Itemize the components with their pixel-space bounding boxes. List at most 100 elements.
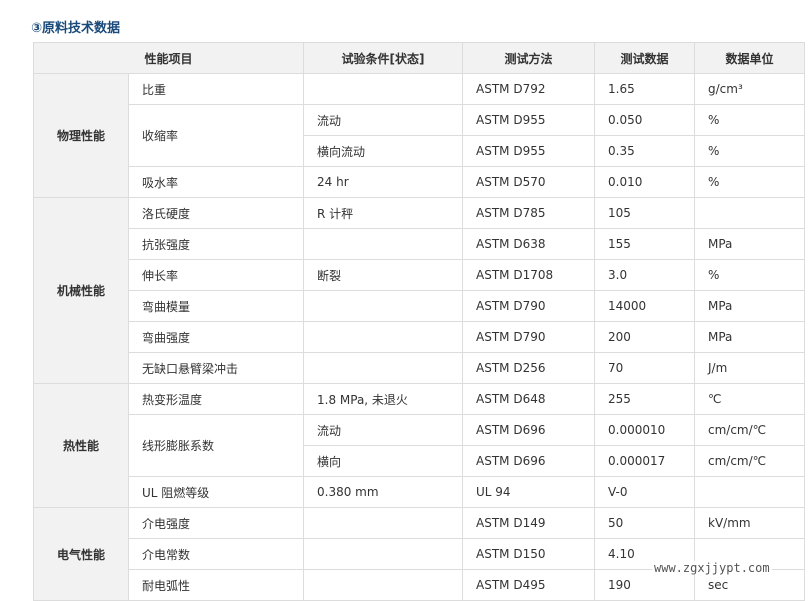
test-value: 0.35 [594,135,695,167]
test-unit: ℃ [694,383,805,415]
test-condition: 24 hr [303,166,463,198]
test-method: ASTM D570 [462,166,595,198]
test-method: ASTM D790 [462,321,595,353]
test-unit: % [694,259,805,291]
property-name: 抗张强度 [128,228,304,260]
test-method: ASTM D1708 [462,259,595,291]
test-value: 3.0 [594,259,695,291]
test-method: UL 94 [462,476,595,508]
test-unit: g/cm³ [694,73,805,105]
test-unit: kV/mm [694,507,805,539]
test-value: 0.010 [594,166,695,198]
property-name: 吸水率 [128,166,304,198]
property-name: 洛氏硬度 [128,197,304,229]
table-row: UL 阻燃等级 0.380 mm UL 94 V-0 [34,476,805,508]
property-name: 无缺口悬臂梁冲击 [128,352,304,384]
header-method: 测试方法 [462,42,595,74]
table-row: 线形膨胀系数 流动 ASTM D696 0.000010 cm/cm/℃ [34,414,805,477]
header-condition: 试验条件[状态] [303,42,463,74]
table-row: 机械性能 洛氏硬度 R 计秤 ASTM D785 105 [33,197,805,384]
spec-table: 性能项目 试验条件[状态] 测试方法 测试数据 数据单位 物理性能 比重 AST… [33,42,805,601]
section-title: ③原料技术数据 [31,21,121,36]
table-row: 无缺口悬臂梁冲击 ASTM D256 70 J/m [34,352,805,384]
test-value: 1.65 [594,73,695,105]
test-unit: % [694,166,805,198]
category-mechanical: 机械性能 [33,197,129,384]
test-unit [694,197,805,229]
test-value: 70 [594,352,695,384]
test-value: 105 [594,197,695,229]
test-condition: 0.380 mm [303,476,463,508]
property-name: 线形膨胀系数 [128,414,304,477]
table-row: 伸长率 断裂 ASTM D1708 3.0 % [34,259,805,291]
table-row: 抗张强度 ASTM D638 155 MPa [34,228,805,260]
test-method: ASTM D149 [462,507,595,539]
table-row: 热性能 热变形温度 1.8 MPa, 未退火 ASTM D648 255 ℃ [33,383,805,508]
test-method: ASTM D150 [462,538,595,570]
test-method: ASTM D955 [462,104,595,136]
test-value: V-0 [594,476,695,508]
test-value: 14000 [594,290,695,322]
property-name: UL 阻燃等级 [128,476,304,508]
test-method: ASTM D648 [462,383,595,415]
test-unit: MPa [694,321,805,353]
test-unit: cm/cm/℃ [694,445,805,477]
table-row: 弯曲模量 ASTM D790 14000 MPa [34,290,805,322]
test-condition: 横向 [303,445,463,477]
property-name: 弯曲强度 [128,321,304,353]
property-name: 弯曲模量 [128,290,304,322]
test-condition [303,228,463,260]
test-condition [303,73,463,105]
category-physical: 物理性能 [33,73,129,198]
watermark-text: www.zgxjjypt.com [652,561,772,575]
test-condition: 流动 [303,414,463,446]
test-unit: MPa [694,228,805,260]
test-condition [303,290,463,322]
test-condition [303,538,463,570]
test-method: ASTM D495 [462,569,595,601]
table-row: 吸水率 24 hr ASTM D570 0.010 % [34,166,805,198]
test-unit: MPa [694,290,805,322]
test-method: ASTM D955 [462,135,595,167]
property-name: 介电常数 [128,538,304,570]
test-value: 200 [594,321,695,353]
header-value: 测试数据 [594,42,695,74]
property-name: 热变形温度 [128,383,304,415]
table-row: 弯曲强度 ASTM D790 200 MPa [34,321,805,353]
test-value: 0.000017 [594,445,695,477]
test-method: ASTM D792 [462,73,595,105]
table-row: 电气性能 介电强度 ASTM D149 50 kV/mm [33,507,805,601]
test-value: 155 [594,228,695,260]
test-unit: cm/cm/℃ [694,414,805,446]
test-condition: 1.8 MPa, 未退火 [303,383,463,415]
test-condition: 断裂 [303,259,463,291]
test-condition: 流动 [303,104,463,136]
category-thermal: 热性能 [33,383,129,508]
test-method: ASTM D638 [462,228,595,260]
table-row: 收缩率 流动 ASTM D955 0.050 % [34,104,805,167]
property-name: 耐电弧性 [128,569,304,601]
category-electrical: 电气性能 [33,507,129,601]
test-method: ASTM D696 [462,445,595,477]
test-value: 255 [594,383,695,415]
test-method: ASTM D256 [462,352,595,384]
test-method: ASTM D790 [462,290,595,322]
test-condition [303,569,463,601]
test-value: 0.000010 [594,414,695,446]
table-row: 物理性能 比重 ASTM D792 1.65 g/cm³ [33,73,805,198]
test-condition [303,507,463,539]
test-condition [303,321,463,353]
property-name: 收缩率 [128,104,304,167]
property-name: 伸长率 [128,259,304,291]
header-item: 性能项目 [33,42,304,74]
header-unit: 数据单位 [694,42,805,74]
header-row: 性能项目 试验条件[状态] 测试方法 测试数据 数据单位 [33,42,805,74]
test-method: ASTM D785 [462,197,595,229]
test-condition [303,352,463,384]
test-unit: % [694,104,805,136]
test-unit: % [694,135,805,167]
property-name: 介电强度 [128,507,304,539]
test-unit: J/m [694,352,805,384]
property-name: 比重 [128,73,304,105]
test-condition: R 计秤 [303,197,463,229]
